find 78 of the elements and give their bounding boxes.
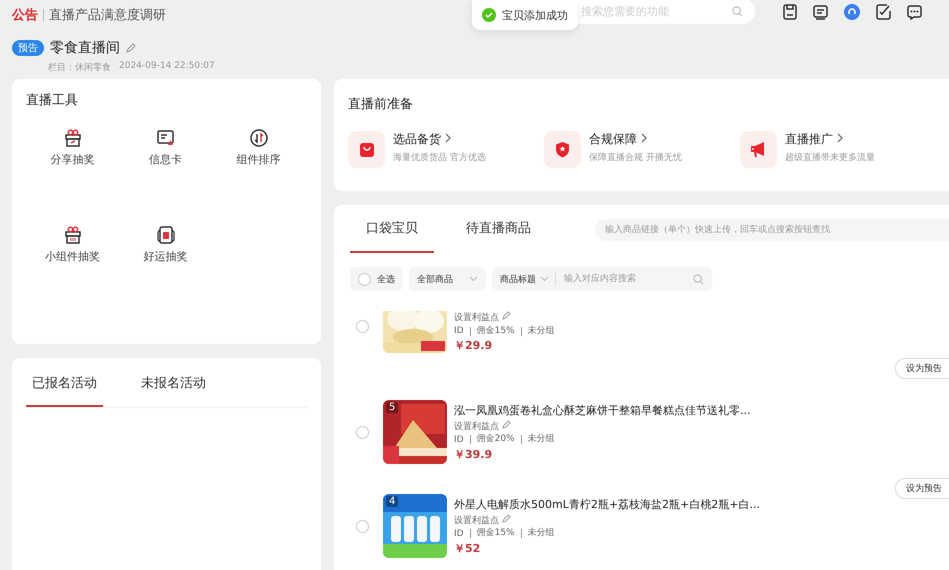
product-id: ID (454, 434, 464, 444)
product-tab[interactable]: 待直播商品 (466, 219, 531, 253)
save-icon[interactable] (783, 4, 797, 20)
bag-icon[interactable] (358, 142, 374, 158)
notice-text[interactable]: 直播产品满意度调研 (49, 6, 166, 24)
tool-label[interactable]: 分享抽奖 (50, 152, 94, 167)
tool-label[interactable]: 小组件抽奖 (45, 249, 100, 264)
room-title: 零食直播间 (50, 39, 120, 57)
room-time: 2024-09-14 22:50:07 (119, 61, 215, 73)
select-all-checkbox[interactable]: 全选 (350, 267, 403, 291)
link-field[interactable]: 输入商品链接（单个）快速上传，回车或点搜索按钮查找 (595, 219, 949, 241)
prep-description: 超级直播带来更多流量 (785, 152, 875, 164)
toast-message: 宝贝添加成功 (502, 8, 568, 22)
search-icon (693, 274, 704, 284)
rank-number: 5 (386, 402, 398, 413)
product-id: ID (454, 326, 464, 336)
headset-icon[interactable] (844, 4, 860, 20)
notice-tag: 公告 (12, 6, 38, 24)
product-title[interactable]: 外星人电解质水500mL青柠2瓶+荔枝海盐2瓶+白桃2瓶+白... (454, 496, 760, 512)
commission-text: 佣金15% (470, 326, 515, 336)
megaphone-icon[interactable] (750, 141, 767, 158)
group-text: 未分组 (520, 326, 555, 336)
chevron-down-icon (540, 276, 549, 282)
message-icon[interactable] (813, 4, 828, 20)
product-tab[interactable]: 口袋宝贝 (350, 219, 434, 253)
pencil-icon (502, 311, 511, 320)
set-profit-link[interactable]: 设置利益点 (454, 420, 750, 432)
prep-link[interactable]: 直播推广 (785, 131, 875, 148)
keyword-search-field[interactable]: 商品标题 输入对应内容搜索 (492, 267, 712, 291)
chevron-right-icon (444, 133, 452, 143)
gift-icon[interactable] (64, 129, 82, 147)
product-price: ￥52 (454, 540, 482, 556)
chevron-right-icon (836, 133, 844, 143)
group-text: 未分组 (520, 529, 555, 538)
row-checkbox[interactable] (356, 320, 369, 333)
set-profit-link[interactable]: 设置利益点 (454, 514, 760, 526)
prep-link[interactable]: 合规保障 (589, 131, 682, 148)
set-preview-button[interactable]: 设为预告 (895, 478, 949, 499)
prep-link[interactable]: 选品备货 (393, 131, 486, 148)
prep-description: 保障直播合规 开播无忧 (589, 152, 682, 164)
field-dropdown[interactable]: 商品标题 (500, 272, 549, 286)
keyword-field[interactable]: 输入对应内容搜索 (562, 273, 687, 285)
pencil-icon (502, 514, 511, 522)
shield-icon[interactable] (555, 141, 570, 158)
product-id: ID (454, 528, 464, 538)
tool-label[interactable]: 好运抽奖 (144, 249, 188, 264)
product-price: ￥39.9 (454, 446, 494, 462)
set-preview-button[interactable]: 设为预告 (895, 358, 949, 379)
chat-icon[interactable] (907, 4, 922, 20)
commission-text: 佣金15% (470, 529, 515, 538)
edit-icon[interactable] (876, 4, 891, 20)
pencil-icon (502, 420, 511, 428)
search-icon (732, 6, 743, 16)
card-title: 直播工具 (26, 92, 79, 109)
prep-description: 海量优质货品 官方优选 (393, 152, 486, 164)
chevron-down-icon (469, 276, 478, 282)
activity-tab[interactable]: 未报名活动 (141, 374, 206, 407)
gift-icon[interactable] (64, 226, 82, 244)
lottery-card-icon[interactable] (156, 226, 174, 244)
card-title: 直播前准备 (348, 96, 414, 113)
set-profit-link[interactable]: 设置利益点 (454, 311, 555, 324)
row-checkbox[interactable] (356, 520, 369, 532)
success-icon (482, 8, 496, 22)
tool-label[interactable]: 信息卡 (149, 152, 182, 167)
rank-number: 4 (386, 496, 398, 507)
status-badge: 预告 (12, 40, 44, 56)
id-card-icon[interactable] (156, 129, 174, 147)
product-title[interactable]: 泓一凤凰鸡蛋卷礼盒心酥芝麻饼干整箱早餐糕点佳节送礼零... (454, 402, 750, 418)
row-checkbox[interactable] (356, 426, 369, 438)
tool-label[interactable]: 组件排序 (236, 152, 280, 167)
product-price: ￥29.9 (454, 338, 494, 353)
commission-text: 佣金20% (470, 435, 515, 444)
chevron-right-icon (640, 133, 648, 143)
group-text: 未分组 (520, 435, 555, 444)
activity-tab[interactable]: 已报名活动 (26, 374, 103, 407)
room-category: 栏目：休闲零食 (48, 62, 111, 74)
sort-icon[interactable] (250, 129, 268, 147)
category-dropdown[interactable]: 全部商品 (409, 267, 486, 291)
